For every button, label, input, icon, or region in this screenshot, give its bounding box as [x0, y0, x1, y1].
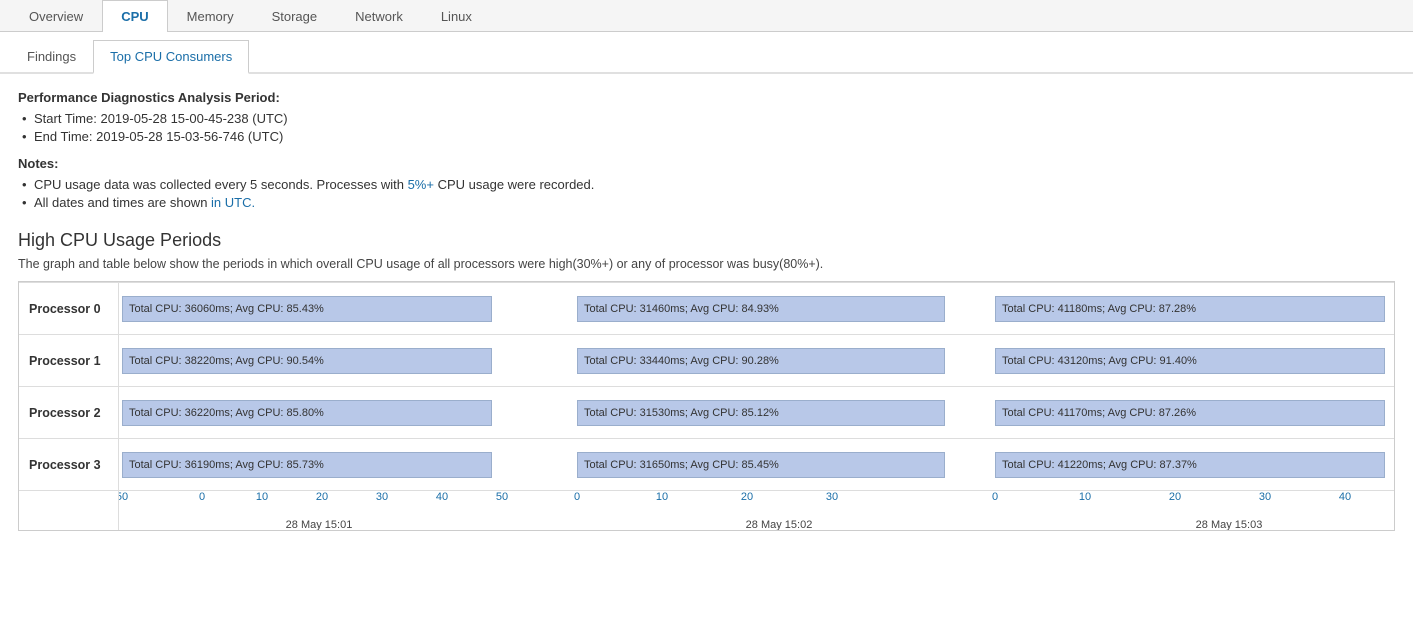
- cpu-bar-p0-b2: Total CPU: 41180ms; Avg CPU: 87.28%: [995, 296, 1385, 322]
- axis-tick: 20: [741, 491, 753, 503]
- processor-label-3: Processor 3: [19, 438, 119, 490]
- analysis-period: Performance Diagnostics Analysis Period:…: [18, 90, 1395, 144]
- cpu-bar-p3-b1: Total CPU: 31650ms; Avg CPU: 85.45%: [577, 452, 945, 478]
- processor-bars-3: Total CPU: 36190ms; Avg CPU: 85.73% Total…: [119, 438, 1394, 490]
- cpu-chart: Processor 0Total CPU: 36060ms; Avg CPU: …: [18, 281, 1395, 531]
- cpu-bar-p1-b1: Total CPU: 33440ms; Avg CPU: 90.28%: [577, 348, 945, 374]
- cpu-bar-p2-b2: Total CPU: 41170ms; Avg CPU: 87.26%: [995, 400, 1385, 426]
- axis-tick: 10: [1079, 491, 1091, 503]
- axis-tick: 10: [256, 491, 268, 503]
- cpu-bar-p3-b0: Total CPU: 36190ms; Avg CPU: 85.73%: [122, 452, 492, 478]
- axis-tick: 20: [1169, 491, 1181, 503]
- axis-tick: 50: [119, 491, 128, 503]
- top-tab-storage[interactable]: Storage: [253, 0, 337, 32]
- axis-tick: 30: [376, 491, 388, 503]
- start-time: Start Time: 2019-05-28 15-00-45-238 (UTC…: [34, 111, 1395, 126]
- sub-tab-findings[interactable]: Findings: [10, 40, 93, 74]
- axis-tick: 20: [316, 491, 328, 503]
- axis-date-label: 28 May 15:03: [1196, 519, 1263, 530]
- top-tabs-bar: OverviewCPUMemoryStorageNetworkLinux: [0, 0, 1413, 32]
- axis-date-label: 28 May 15:02: [746, 519, 813, 530]
- top-tab-overview[interactable]: Overview: [10, 0, 102, 32]
- cpu-bar-p1-b0: Total CPU: 38220ms; Avg CPU: 90.54%: [122, 348, 492, 374]
- axis-tick: 30: [1259, 491, 1271, 503]
- top-tab-linux[interactable]: Linux: [422, 0, 491, 32]
- processor-bars-2: Total CPU: 36220ms; Avg CPU: 85.80% Total…: [119, 386, 1394, 438]
- cpu-bar-p2-b0: Total CPU: 36220ms; Avg CPU: 85.80%: [122, 400, 492, 426]
- cpu-bar-p2-b1: Total CPU: 31530ms; Avg CPU: 85.12%: [577, 400, 945, 426]
- processor-label-1: Processor 1: [19, 334, 119, 386]
- cpu-bar-p3-b2: Total CPU: 41220ms; Avg CPU: 87.37%: [995, 452, 1385, 478]
- analysis-period-label: Performance Diagnostics Analysis Period:: [18, 90, 1395, 105]
- notes-item1: CPU usage data was collected every 5 sec…: [34, 177, 1395, 192]
- end-time: End Time: 2019-05-28 15-03-56-746 (UTC): [34, 129, 1395, 144]
- top-tab-cpu[interactable]: CPU: [102, 0, 167, 32]
- top-tab-memory[interactable]: Memory: [168, 0, 253, 32]
- axis-tick: 30: [826, 491, 838, 503]
- notes-label: Notes:: [18, 156, 1395, 171]
- cpu-bar-p0-b0: Total CPU: 36060ms; Avg CPU: 85.43%: [122, 296, 492, 322]
- sub-tab-top-cpu-consumers[interactable]: Top CPU Consumers: [93, 40, 249, 74]
- axis-label-empty: [19, 490, 119, 530]
- processor-bars-1: Total CPU: 38220ms; Avg CPU: 90.54% Total…: [119, 334, 1394, 386]
- notes-section: Notes: CPU usage data was collected ever…: [18, 156, 1395, 210]
- axis-tick: 40: [1339, 491, 1351, 503]
- axis-tick: 10: [656, 491, 668, 503]
- processor-label-2: Processor 2: [19, 386, 119, 438]
- high-cpu-desc: The graph and table below show the perio…: [18, 257, 1395, 271]
- processor-label-0: Processor 0: [19, 282, 119, 334]
- cpu-bar-p0-b1: Total CPU: 31460ms; Avg CPU: 84.93%: [577, 296, 945, 322]
- axis-date-label: 28 May 15:01: [286, 519, 353, 530]
- sub-tabs-bar: FindingsTop CPU Consumers: [0, 40, 1413, 74]
- axis-row: 500102030405001020300102030405001028 May…: [119, 490, 1394, 530]
- processor-bars-0: Total CPU: 36060ms; Avg CPU: 85.43% Total…: [119, 282, 1394, 334]
- axis-tick: 40: [436, 491, 448, 503]
- axis-tick: 50: [496, 491, 508, 503]
- cpu-bar-p1-b2: Total CPU: 43120ms; Avg CPU: 91.40%: [995, 348, 1385, 374]
- axis-tick: 0: [199, 491, 205, 503]
- notes-item2: All dates and times are shown in UTC.: [34, 195, 1395, 210]
- axis-tick: 0: [992, 491, 998, 503]
- high-cpu-title: High CPU Usage Periods: [18, 230, 1395, 251]
- axis-tick: 0: [574, 491, 580, 503]
- top-tab-network[interactable]: Network: [336, 0, 422, 32]
